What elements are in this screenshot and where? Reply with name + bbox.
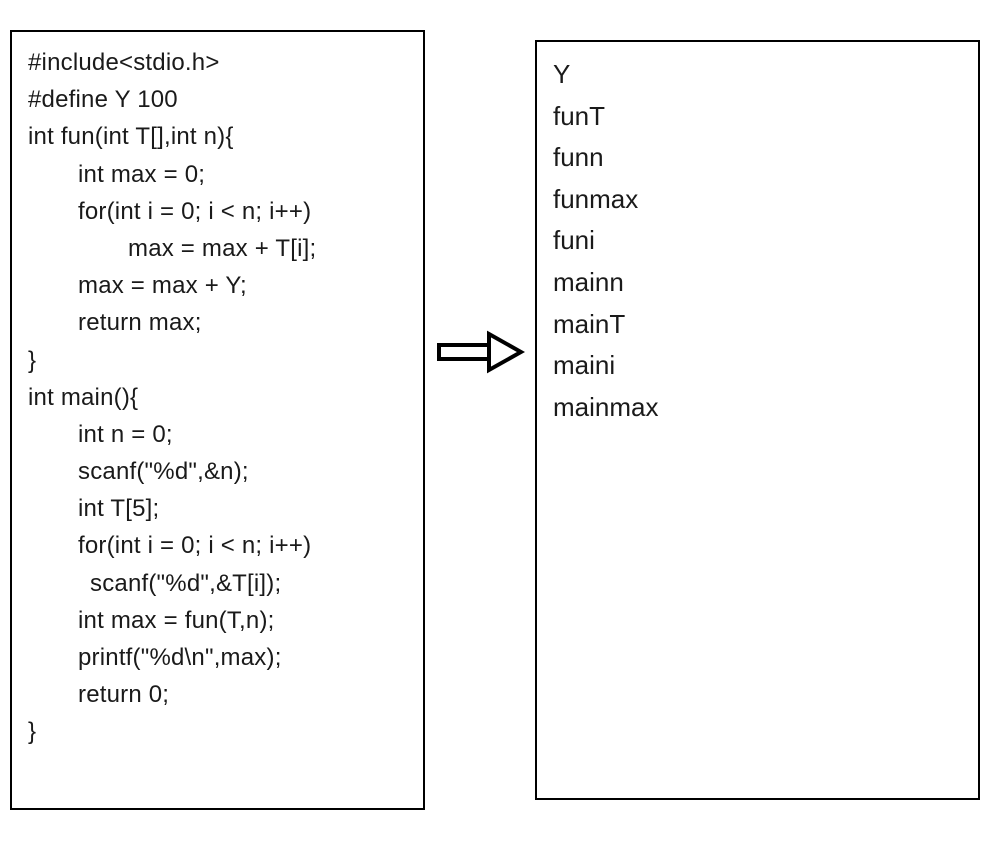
source-code-panel: #include<stdio.h>#define Y 100int fun(in… xyxy=(10,30,425,810)
code-line: } xyxy=(28,713,407,750)
identifier-line: maini xyxy=(553,345,962,387)
code-line: int max = fun(T,n); xyxy=(28,602,407,639)
identifier-line: Y xyxy=(553,54,962,96)
code-line: scanf("%d",&T[i]); xyxy=(28,565,407,602)
diagram-container: #include<stdio.h>#define Y 100int fun(in… xyxy=(10,30,990,820)
code-line: #include<stdio.h> xyxy=(28,44,407,81)
code-line: #define Y 100 xyxy=(28,81,407,118)
code-line: max = max + T[i]; xyxy=(28,230,407,267)
identifiers-panel: YfunTfunnfunmaxfunimainnmainTmainimainma… xyxy=(535,40,980,800)
code-line: } xyxy=(28,342,407,379)
code-line: return max; xyxy=(28,304,407,341)
identifier-line: mainn xyxy=(553,262,962,304)
code-line: int max = 0; xyxy=(28,156,407,193)
identifier-line: mainmax xyxy=(553,387,962,429)
identifier-line: funT xyxy=(553,96,962,138)
code-line: for(int i = 0; i < n; i++) xyxy=(28,527,407,564)
code-line: scanf("%d",&n); xyxy=(28,453,407,490)
code-line: max = max + Y; xyxy=(28,267,407,304)
code-line: printf("%d\n",max); xyxy=(28,639,407,676)
arrow-icon xyxy=(425,330,535,374)
code-line: return 0; xyxy=(28,676,407,713)
identifier-line: funn xyxy=(553,137,962,179)
identifier-line: funmax xyxy=(553,179,962,221)
code-line: for(int i = 0; i < n; i++) xyxy=(28,193,407,230)
code-line: int n = 0; xyxy=(28,416,407,453)
identifier-line: funi xyxy=(553,220,962,262)
identifier-line: mainT xyxy=(553,304,962,346)
code-line: int T[5]; xyxy=(28,490,407,527)
code-line: int fun(int T[],int n){ xyxy=(28,118,407,155)
code-line: int main(){ xyxy=(28,379,407,416)
